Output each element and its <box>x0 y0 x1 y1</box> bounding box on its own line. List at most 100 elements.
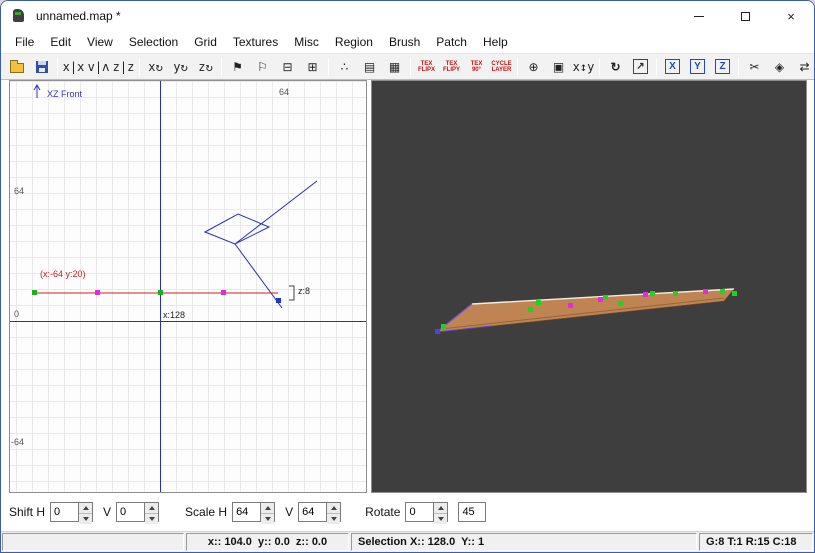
cycle-layer-icon: CYCLE LAYER <box>491 60 512 73</box>
menu-region[interactable]: Region <box>327 33 381 51</box>
axis-x-button[interactable]: X <box>660 56 685 78</box>
spin-down-icon[interactable] <box>434 514 448 524</box>
scale-h-spinner <box>232 502 276 524</box>
control-point-magenta[interactable] <box>221 290 226 295</box>
menu-file[interactable]: File <box>7 33 42 51</box>
control-point-green[interactable] <box>720 289 725 294</box>
menu-textures[interactable]: Textures <box>225 33 286 51</box>
camera-view-button[interactable]: ▣ <box>546 56 571 78</box>
menu-patch[interactable]: Patch <box>428 33 475 51</box>
2d-canvas[interactable]: XZ Front 64 64 0 -64 z:8 (x:-64 y:20) x:… <box>10 81 366 492</box>
control-point-magenta[interactable] <box>703 289 708 294</box>
spin-down-icon[interactable] <box>261 514 275 524</box>
menu-misc[interactable]: Misc <box>286 33 327 51</box>
menu-help[interactable]: Help <box>475 33 516 51</box>
titlebar[interactable]: unnamed.map * × <box>1 1 814 31</box>
popout-view-button[interactable]: ↗ <box>628 56 653 78</box>
scale-h-input[interactable] <box>233 503 261 521</box>
control-point-green[interactable] <box>528 307 533 312</box>
tex-flip-x-button[interactable]: TEX FLIPX <box>414 56 439 78</box>
carve-icon: ⊟ <box>282 59 293 74</box>
control-point-selected[interactable] <box>435 329 440 334</box>
patch-wireframe-line <box>234 180 318 245</box>
control-point-green[interactable] <box>732 291 737 296</box>
spin-up-icon[interactable] <box>79 503 93 514</box>
rotate-x-button[interactable]: x↻ <box>143 56 168 78</box>
texture-grid-button[interactable]: ▦ <box>382 56 407 78</box>
toolbar-separator <box>57 57 58 76</box>
tex-flip-y-button[interactable]: TEX FLIPY <box>439 56 464 78</box>
flip-y-button[interactable]: v|ʌ <box>86 56 111 78</box>
swap-tool-button[interactable]: ⇄ <box>792 56 814 78</box>
menu-brush[interactable]: Brush <box>381 33 428 51</box>
control-point-green[interactable] <box>618 301 623 306</box>
scale-v-input[interactable] <box>299 503 327 521</box>
spin-up-icon[interactable] <box>261 503 275 514</box>
control-point-green[interactable] <box>673 291 678 296</box>
rotate-input[interactable] <box>406 503 434 521</box>
csg-tool-button[interactable]: ◈ <box>767 56 792 78</box>
3d-view[interactable] <box>371 80 807 493</box>
tex-rotate-90-button[interactable]: TEX 90° <box>464 56 489 78</box>
status-counters: G:8 T:1 R:15 C:18 <box>699 533 813 551</box>
axis-z-button[interactable]: Z <box>710 56 735 78</box>
maximize-button[interactable] <box>722 1 768 31</box>
axis-y-button[interactable]: Y <box>685 56 710 78</box>
shift-v-input[interactable] <box>117 503 145 521</box>
control-point-green[interactable] <box>650 291 655 296</box>
axis-x-icon: X <box>665 59 680 74</box>
control-point-magenta[interactable] <box>643 292 648 297</box>
shift-h-input[interactable] <box>51 503 79 521</box>
entity-tree-button[interactable]: ∴ <box>332 56 357 78</box>
rotate-z-button[interactable]: z↻ <box>193 56 218 78</box>
control-point-green[interactable] <box>32 290 37 295</box>
scissors-icon: ✂ <box>749 59 760 74</box>
brush-add-button[interactable]: ⊞ <box>300 56 325 78</box>
flip-x-button[interactable]: x|x <box>61 56 86 78</box>
flip-z-button[interactable]: z|z <box>111 56 136 78</box>
cycle-layer-button[interactable]: CYCLE LAYER <box>489 56 514 78</box>
spin-up-icon[interactable] <box>327 503 341 514</box>
control-point-magenta[interactable] <box>568 303 573 308</box>
control-point-green[interactable] <box>536 300 541 305</box>
control-point-selected[interactable] <box>276 298 281 303</box>
refresh-views-button[interactable]: ↻ <box>603 56 628 78</box>
brush-subtract-button[interactable]: ⊟ <box>275 56 300 78</box>
console-button[interactable]: ▤ <box>357 56 382 78</box>
axis-y-icon: Y <box>690 59 705 74</box>
open-button[interactable] <box>4 56 29 78</box>
menu-view[interactable]: View <box>79 33 121 51</box>
menu-grid[interactable]: Grid <box>186 33 225 51</box>
edge-tool-button[interactable]: ⚐ <box>250 56 275 78</box>
control-point-magenta[interactable] <box>95 290 100 295</box>
sphere-view-button[interactable]: ⊕ <box>521 56 546 78</box>
patch-wireframe-diamond[interactable] <box>203 213 271 245</box>
patch-surface[interactable] <box>436 288 735 333</box>
tree-icon: ∴ <box>340 59 349 74</box>
rotate-y-button[interactable]: y↻ <box>168 56 193 78</box>
control-point-green[interactable] <box>441 324 446 329</box>
menu-selection[interactable]: Selection <box>121 33 186 51</box>
2d-view-xz-front[interactable]: XZ Front 64 64 0 -64 z:8 (x:-64 y:20) x:… <box>9 80 367 493</box>
spin-down-icon[interactable] <box>327 514 341 524</box>
spin-up-icon[interactable] <box>434 503 448 514</box>
control-point-green[interactable] <box>603 295 608 300</box>
vertex-tool-button[interactable]: ⚑ <box>225 56 250 78</box>
view-orientation-label: XZ Front <box>47 89 83 99</box>
selection-text: Selection X:: 128.0 Y:: 1 <box>358 536 485 548</box>
control-point-green[interactable] <box>158 290 163 295</box>
spin-down-icon[interactable] <box>79 514 93 524</box>
minimize-button[interactable] <box>676 1 722 31</box>
3d-canvas[interactable] <box>372 81 806 492</box>
save-button[interactable] <box>29 56 54 78</box>
cut-tool-button[interactable]: ✂ <box>742 56 767 78</box>
close-button[interactable]: × <box>768 1 814 31</box>
menubar: File Edit View Selection Grid Textures M… <box>1 31 814 53</box>
rotate-angle-input[interactable] <box>458 502 487 522</box>
spin-down-icon[interactable] <box>145 514 159 524</box>
spin-up-icon[interactable] <box>145 503 159 514</box>
xy-view-button[interactable]: x↕y <box>571 56 596 78</box>
menu-edit[interactable]: Edit <box>42 33 79 51</box>
control-point-magenta[interactable] <box>598 297 603 302</box>
texture-grid-icon: ▦ <box>388 59 401 74</box>
